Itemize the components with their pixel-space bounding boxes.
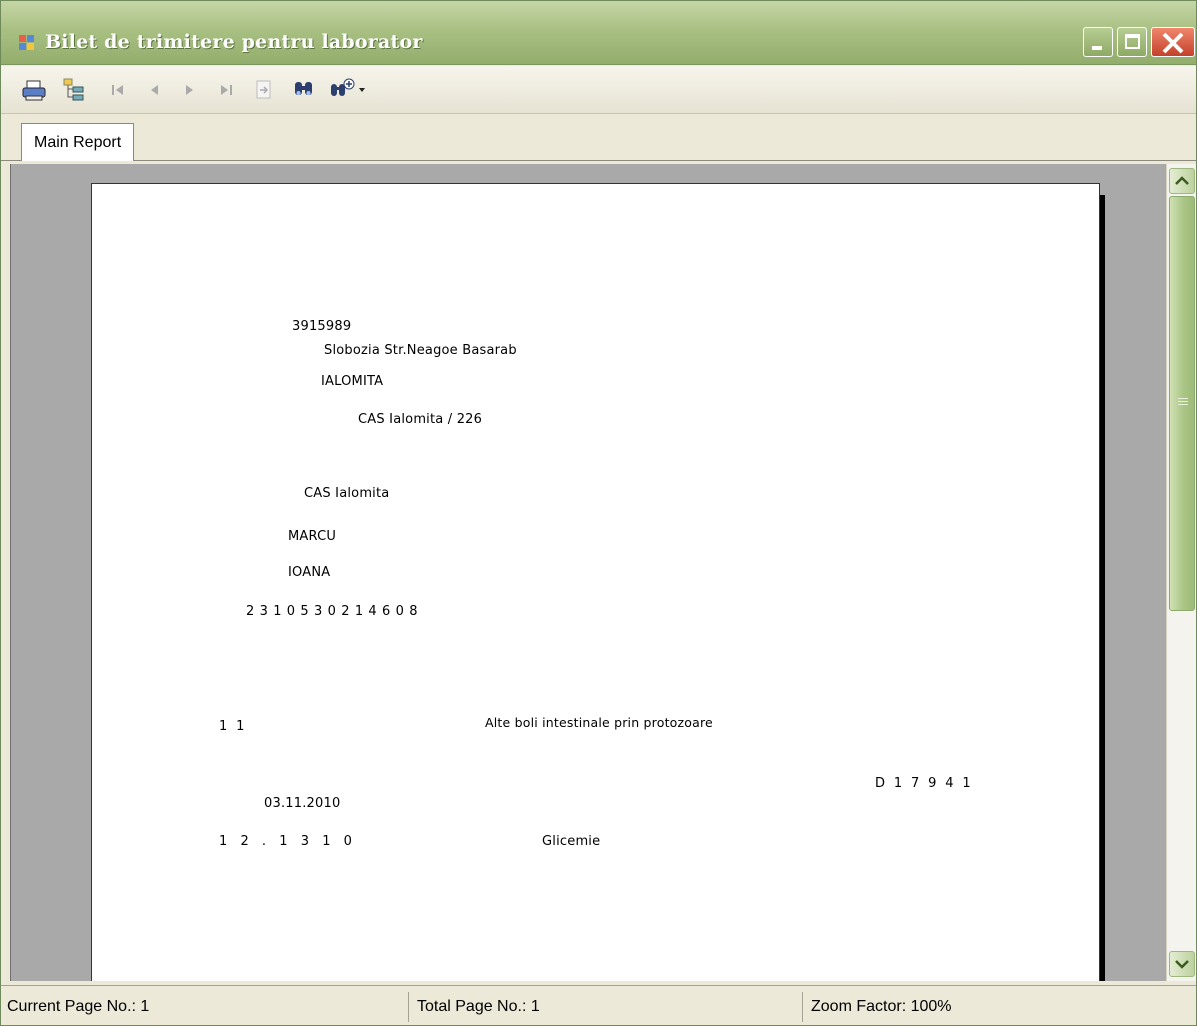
minimize-icon bbox=[1092, 46, 1102, 50]
window-title: Bilet de trimitere pentru laborator bbox=[45, 31, 423, 53]
title-bar[interactable]: Bilet de trimitere pentru laborator bbox=[1, 1, 1196, 65]
report-diagnosis-code: 1 1 bbox=[219, 719, 245, 734]
page-shadow bbox=[1100, 195, 1105, 981]
first-page-button[interactable] bbox=[105, 77, 131, 103]
first-page-icon bbox=[112, 85, 123, 95]
find-button[interactable] bbox=[291, 77, 317, 103]
goto-page-button[interactable] bbox=[251, 77, 277, 103]
report-cas: CAS Ialomita bbox=[304, 486, 390, 501]
zoom-icon bbox=[331, 78, 365, 96]
status-current-page: Current Page No.: 1 bbox=[1, 992, 409, 1022]
report-cnp: 2 3 1 0 5 3 0 2 1 4 6 0 8 bbox=[246, 604, 419, 619]
print-icon bbox=[22, 80, 46, 101]
previous-page-button[interactable] bbox=[141, 77, 167, 103]
next-page-icon bbox=[186, 85, 193, 95]
scroll-down-button[interactable] bbox=[1169, 951, 1195, 977]
group-tree-button[interactable] bbox=[61, 77, 87, 103]
minimize-button[interactable] bbox=[1083, 27, 1113, 57]
chevron-up-icon bbox=[1175, 176, 1189, 185]
report-address: Slobozia Str.Neagoe Basarab bbox=[324, 343, 517, 358]
report-county: IALOMITA bbox=[321, 374, 384, 389]
close-icon bbox=[1162, 32, 1184, 54]
report-code: 3915989 bbox=[292, 319, 352, 334]
report-last-name: MARCU bbox=[288, 529, 337, 544]
scroll-up-button[interactable] bbox=[1169, 168, 1195, 194]
report-cas-contract: CAS Ialomita / 226 bbox=[358, 412, 483, 427]
report-diagnosis: Alte boli intestinale prin protozoare bbox=[485, 715, 713, 730]
close-button[interactable] bbox=[1151, 27, 1195, 57]
report-tabs: Main Report bbox=[1, 115, 1196, 161]
report-viewport[interactable]: 3915989 Slobozia Str.Neagoe Basarab IALO… bbox=[10, 164, 1166, 981]
print-button[interactable] bbox=[21, 77, 47, 103]
vertical-scrollbar[interactable] bbox=[1166, 164, 1196, 981]
chevron-down-icon bbox=[1175, 960, 1189, 969]
app-icon bbox=[19, 35, 35, 51]
goto-page-icon bbox=[256, 80, 271, 99]
report-viewer-window: Bilet de trimitere pentru laborator Main… bbox=[0, 0, 1197, 1026]
report-analysis-name: Glicemie bbox=[542, 834, 601, 849]
last-page-button[interactable] bbox=[213, 77, 239, 103]
status-bar: Current Page No.: 1 Total Page No.: 1 Zo… bbox=[1, 985, 1196, 1025]
next-page-button[interactable] bbox=[177, 77, 203, 103]
previous-page-icon bbox=[151, 85, 158, 95]
maximize-button[interactable] bbox=[1117, 27, 1147, 57]
status-zoom: Zoom Factor: 100% bbox=[811, 998, 952, 1015]
report-doctor-code: D 1 7 9 4 1 bbox=[875, 776, 971, 791]
zoom-button[interactable] bbox=[327, 77, 371, 103]
find-icon bbox=[295, 82, 312, 95]
report-date: 03.11.2010 bbox=[264, 796, 341, 811]
report-analysis-code: 1 2 . 1 3 1 0 bbox=[219, 834, 353, 849]
report-page: 3915989 Slobozia Str.Neagoe Basarab IALO… bbox=[91, 183, 1100, 981]
tab-main-report[interactable]: Main Report bbox=[21, 123, 135, 161]
status-total-pages: Total Page No.: 1 bbox=[411, 992, 803, 1022]
scroll-thumb[interactable] bbox=[1169, 196, 1195, 611]
grip-line bbox=[1178, 398, 1188, 399]
last-page-icon bbox=[221, 85, 232, 95]
grip-line bbox=[1178, 404, 1188, 405]
toolbar bbox=[1, 66, 1196, 114]
report-first-name: IOANA bbox=[288, 565, 331, 580]
grip-line bbox=[1178, 401, 1188, 402]
maximize-icon bbox=[1125, 34, 1140, 49]
group-tree-icon bbox=[63, 78, 84, 101]
